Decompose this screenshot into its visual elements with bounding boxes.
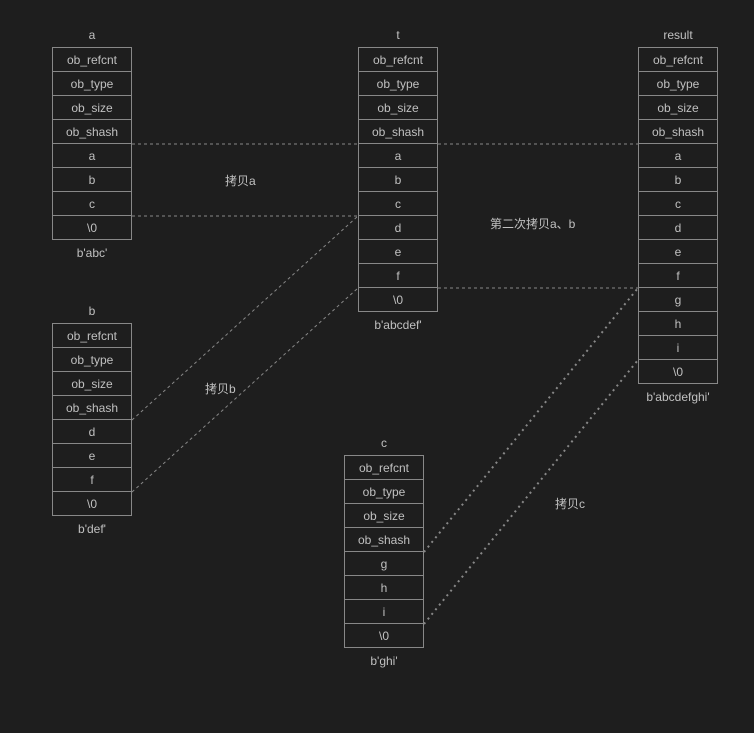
cell: ob_size: [52, 95, 132, 120]
cell: f: [638, 263, 718, 288]
cell: \0: [344, 623, 424, 648]
cell: h: [344, 575, 424, 600]
struct-a: a ob_refcnt ob_type ob_size ob_shash a b…: [52, 28, 132, 260]
cell: ob_type: [344, 479, 424, 504]
cell: c: [52, 191, 132, 216]
cell: ob_size: [344, 503, 424, 528]
cell: ob_refcnt: [52, 47, 132, 72]
cell: h: [638, 311, 718, 336]
label-copy-b: 拷贝b: [205, 380, 236, 397]
cell: ob_type: [358, 71, 438, 96]
cell: d: [638, 215, 718, 240]
cell: \0: [638, 359, 718, 384]
cell: \0: [358, 287, 438, 312]
cell: ob_shash: [358, 119, 438, 144]
cell: a: [52, 143, 132, 168]
struct-result: result ob_refcnt ob_type ob_size ob_shas…: [638, 28, 718, 404]
struct-c: c ob_refcnt ob_type ob_size ob_shash g h…: [344, 436, 424, 668]
cell: c: [358, 191, 438, 216]
cell: d: [52, 419, 132, 444]
label-copy-ab: 第二次拷贝a、b: [490, 215, 575, 232]
cell: \0: [52, 215, 132, 240]
struct-caption: b'def': [52, 522, 132, 536]
cell: g: [638, 287, 718, 312]
cell: \0: [52, 491, 132, 516]
cell: ob_type: [52, 71, 132, 96]
struct-caption: b'abc': [52, 246, 132, 260]
cell: ob_shash: [344, 527, 424, 552]
cell: ob_refcnt: [358, 47, 438, 72]
cell: a: [358, 143, 438, 168]
struct-title: result: [638, 28, 718, 42]
struct-title: t: [358, 28, 438, 42]
cell: b: [638, 167, 718, 192]
cell: f: [52, 467, 132, 492]
struct-title: c: [344, 436, 424, 450]
struct-t: t ob_refcnt ob_type ob_size ob_shash a b…: [358, 28, 438, 332]
cell: ob_type: [638, 71, 718, 96]
label-copy-a: 拷贝a: [225, 172, 256, 189]
cell: f: [358, 263, 438, 288]
cell: ob_refcnt: [344, 455, 424, 480]
cell: b: [52, 167, 132, 192]
struct-caption: b'abcdef': [358, 318, 438, 332]
struct-caption: b'abcdefghi': [638, 390, 718, 404]
cell: ob_size: [52, 371, 132, 396]
cell: ob_shash: [52, 119, 132, 144]
cell: ob_shash: [638, 119, 718, 144]
label-copy-c: 拷贝c: [555, 495, 585, 512]
cell: a: [638, 143, 718, 168]
cell: b: [358, 167, 438, 192]
cell: i: [638, 335, 718, 360]
cell: e: [52, 443, 132, 468]
cell: ob_size: [358, 95, 438, 120]
struct-title: b: [52, 304, 132, 318]
cell: ob_type: [52, 347, 132, 372]
struct-title: a: [52, 28, 132, 42]
cell: ob_refcnt: [638, 47, 718, 72]
cell: g: [344, 551, 424, 576]
cell: d: [358, 215, 438, 240]
struct-caption: b'ghi': [344, 654, 424, 668]
struct-b: b ob_refcnt ob_type ob_size ob_shash d e…: [52, 304, 132, 536]
cell: e: [358, 239, 438, 264]
cell: i: [344, 599, 424, 624]
cell: e: [638, 239, 718, 264]
cell: ob_refcnt: [52, 323, 132, 348]
cell: ob_shash: [52, 395, 132, 420]
cell: c: [638, 191, 718, 216]
cell: ob_size: [638, 95, 718, 120]
